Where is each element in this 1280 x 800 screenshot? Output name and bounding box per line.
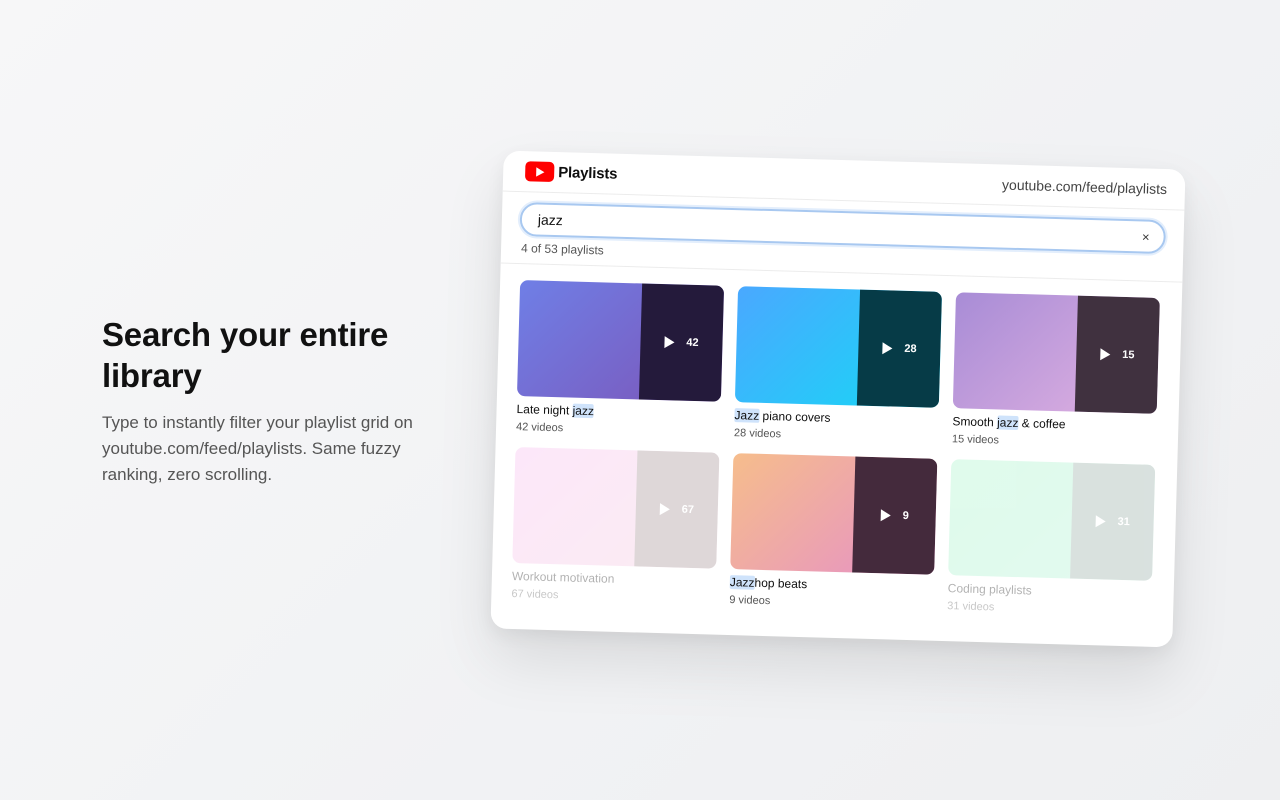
- match-highlight: Jazz: [729, 575, 755, 590]
- playlist-thumbnail[interactable]: 67: [512, 447, 720, 569]
- play-icon: [664, 336, 675, 349]
- clear-search-button[interactable]: ×: [1140, 229, 1152, 244]
- playlist-count: 9: [902, 509, 909, 523]
- playlist-tile[interactable]: 15 Smooth jazz & coffee 15 videos: [952, 292, 1160, 451]
- playlist-count-overlay: 15: [1074, 295, 1160, 414]
- playlist-count-overlay: 9: [852, 456, 938, 575]
- playlist-title[interactable]: Jazzhop beats: [729, 575, 934, 595]
- playlist-count: 67: [681, 503, 695, 517]
- playlist-tile[interactable]: 42 Late night jazz 42 videos: [515, 280, 725, 439]
- youtube-play-icon: [524, 161, 555, 182]
- playlist-video-count: 28 videos: [733, 427, 782, 441]
- playlist-video-count: 42 videos: [515, 421, 564, 435]
- playlist-tile[interactable]: 28 Jazz piano covers 28 videos: [733, 286, 943, 445]
- playlist-count-overlay: 28: [856, 289, 943, 408]
- play-icon: [882, 342, 893, 355]
- playlist-title[interactable]: Coding playlists: [948, 581, 1152, 601]
- match-highlight: jazz: [996, 415, 1019, 431]
- playlist-count-overlay: 31: [1070, 462, 1156, 581]
- playlist-title[interactable]: Jazz piano covers: [734, 408, 938, 428]
- playlist-tile[interactable]: 31 Coding playlists 31 videos: [947, 459, 1156, 618]
- hero-description: Type to instantly filter your playlist g…: [102, 413, 413, 484]
- playlist-title[interactable]: Smooth jazz & coffee: [952, 414, 1156, 434]
- playlist-video-count: 9 videos: [729, 594, 771, 608]
- playlist-count-overlay: 42: [638, 283, 725, 402]
- play-icon: [880, 509, 891, 522]
- play-icon: [1095, 515, 1106, 528]
- page-url: youtube.com/feed/playlists: [1001, 176, 1168, 198]
- match-highlight: Jazz: [734, 408, 760, 423]
- playlist-grid: 42 Late night jazz 42 videos 28 Jazz pia…: [491, 264, 1182, 619]
- playlists-window: Playlists youtube.com/feed/playlists × 4…: [490, 150, 1186, 648]
- playlist-count: 42: [686, 336, 699, 350]
- match-highlight: jazz: [572, 403, 595, 419]
- playlist-title[interactable]: Workout motivation: [512, 569, 716, 589]
- play-icon: [1100, 348, 1111, 361]
- playlist-count: 28: [904, 342, 917, 356]
- playlist-title[interactable]: Late night jazz: [516, 402, 720, 422]
- playlist-count-overlay: 67: [634, 450, 720, 569]
- playlist-count: 15: [1122, 348, 1135, 362]
- playlist-video-count: 15 videos: [951, 433, 1000, 447]
- play-icon: [659, 503, 670, 516]
- playlist-thumbnail[interactable]: 9: [730, 453, 938, 575]
- hero-section: Search your entire library Type to insta…: [102, 314, 442, 488]
- playlist-video-count: 67 videos: [511, 587, 559, 602]
- playlist-thumbnail[interactable]: 42: [516, 280, 725, 402]
- playlist-thumbnail[interactable]: 28: [734, 286, 943, 408]
- page-title: Playlists: [557, 163, 618, 183]
- playlist-count: 31: [1117, 515, 1130, 529]
- playlist-thumbnail[interactable]: 15: [952, 292, 1160, 414]
- playlist-tile[interactable]: 67 Workout motivation 67 videos: [511, 447, 720, 606]
- playlist-video-count: 31 videos: [947, 600, 995, 614]
- search-input[interactable]: [535, 210, 1141, 246]
- hero-title: Search your entire library: [102, 316, 389, 394]
- playlist-thumbnail[interactable]: 31: [948, 459, 1156, 581]
- brand[interactable]: Playlists: [524, 161, 618, 184]
- playlist-tile[interactable]: 9 Jazzhop beats 9 videos: [729, 453, 938, 612]
